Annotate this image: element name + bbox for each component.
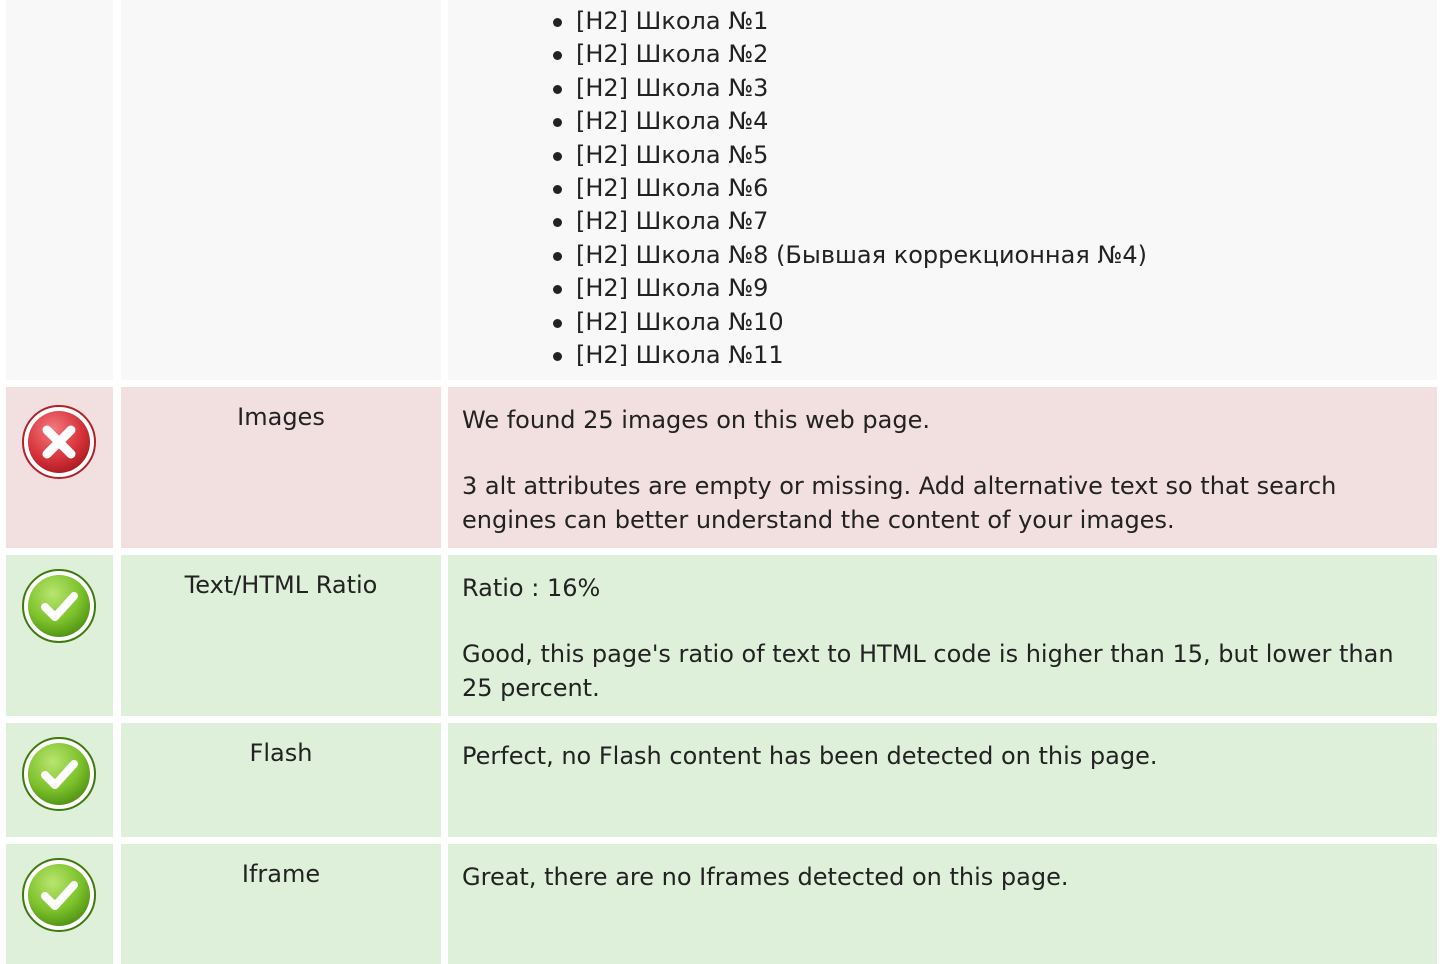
flash-check-row: Flash Perfect, no Flash content has been…: [6, 723, 1437, 837]
heading-item: [H2] Школа №11: [547, 339, 1423, 372]
heading-item: [H2] Школа №10: [547, 306, 1423, 339]
seo-results-table: [H2] Школа №1 [H2] Школа №2 [H2] Школа №…: [6, 0, 1437, 964]
images-summary-text: We found 25 images on this web page.: [462, 406, 930, 434]
iframe-check-details: Great, there are no Iframes detected on …: [448, 844, 1437, 964]
images-check-name: Images: [121, 387, 441, 548]
ratio-advice-text: Good, this page's ratio of text to HTML …: [462, 640, 1394, 702]
flash-result-text: Perfect, no Flash content has been detec…: [462, 742, 1158, 770]
heading-item: [H2] Школа №1: [547, 5, 1423, 38]
headings-list-cell: [H2] Школа №1 [H2] Школа №2 [H2] Школа №…: [448, 0, 1437, 380]
headings-list: [H2] Школа №1 [H2] Школа №2 [H2] Школа №…: [462, 5, 1423, 372]
images-status-cell: [6, 387, 113, 548]
heading-item: [H2] Школа №9: [547, 272, 1423, 305]
flash-check-name: Flash: [121, 723, 441, 837]
ratio-check-details: Ratio : 16% Good, this page's ratio of t…: [448, 555, 1437, 716]
iframe-result-text: Great, there are no Iframes detected on …: [462, 863, 1069, 891]
text-html-ratio-row: Text/HTML Ratio Ratio : 16% Good, this p…: [6, 555, 1437, 716]
flash-check-details: Perfect, no Flash content has been detec…: [448, 723, 1437, 837]
check-icon: [21, 857, 97, 933]
iframe-check-name: Iframe: [121, 844, 441, 964]
images-check-row: Images We found 25 images on this web pa…: [6, 387, 1437, 548]
images-check-details: We found 25 images on this web page. 3 a…: [448, 387, 1437, 548]
heading-item: [H2] Школа №7: [547, 205, 1423, 238]
heading-item: [H2] Школа №6: [547, 172, 1423, 205]
heading-item: [H2] Школа №8 (Бывшая коррекционная №4): [547, 239, 1423, 272]
heading-item: [H2] Школа №4: [547, 105, 1423, 138]
iframe-status-cell: [6, 844, 113, 964]
check-icon: [21, 736, 97, 812]
headings-icon-cell: [6, 0, 113, 380]
heading-item: [H2] Школа №3: [547, 72, 1423, 105]
ratio-value-text: Ratio : 16%: [462, 574, 601, 602]
flash-status-cell: [6, 723, 113, 837]
check-icon: [21, 568, 97, 644]
headings-name-cell: [121, 0, 441, 380]
images-advice-text: 3 alt attributes are empty or missing. A…: [462, 472, 1337, 534]
ratio-status-cell: [6, 555, 113, 716]
error-x-icon: [21, 404, 97, 480]
heading-item: [H2] Школа №2: [547, 38, 1423, 71]
headings-row: [H2] Школа №1 [H2] Школа №2 [H2] Школа №…: [6, 0, 1437, 380]
ratio-check-name: Text/HTML Ratio: [121, 555, 441, 716]
heading-item: [H2] Школа №5: [547, 139, 1423, 172]
iframe-check-row: Iframe Great, there are no Iframes detec…: [6, 844, 1437, 964]
